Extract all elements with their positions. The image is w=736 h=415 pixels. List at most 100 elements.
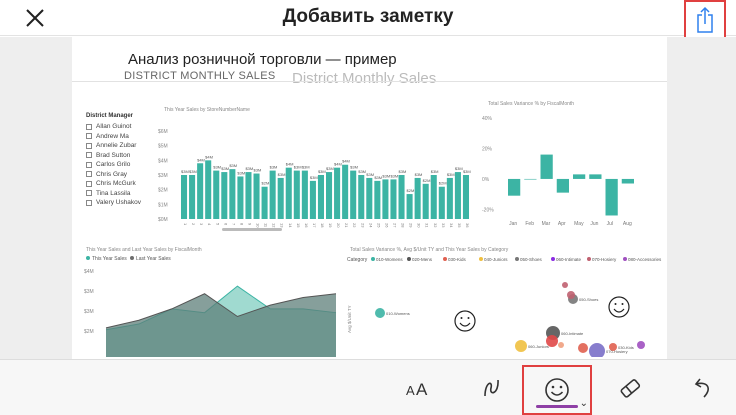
- slicer-heading: District Manager: [86, 113, 134, 119]
- x-tick-label: 26: [384, 223, 389, 228]
- legend-label: 080-Accessories: [628, 257, 662, 262]
- x-tick-label: Jul: [607, 221, 613, 227]
- slicer-item[interactable]: Brad Sutton: [86, 151, 156, 161]
- text-tool-button[interactable]: A A: [400, 368, 436, 408]
- bar: [398, 175, 405, 219]
- slicer-item[interactable]: Andrew Ma: [86, 132, 156, 142]
- data-label: $3M: [350, 165, 358, 170]
- checkbox[interactable]: [86, 199, 92, 206]
- data-label: $2M: [407, 188, 415, 193]
- y-tick-label: $6M: [158, 129, 168, 135]
- legend-label: 070-Hosiery: [592, 257, 617, 262]
- legend-marker: [623, 257, 627, 261]
- data-label: 060-Juniors: [528, 344, 549, 349]
- bar: [293, 170, 300, 219]
- checkbox[interactable]: [86, 133, 92, 140]
- bar: [374, 180, 381, 219]
- bar: [301, 170, 308, 219]
- data-label: $4M: [205, 154, 213, 159]
- data-label: 070-Hosiery: [606, 349, 628, 354]
- slicer-item[interactable]: Carlos Grilo: [86, 160, 156, 170]
- data-label: $3M: [221, 166, 229, 171]
- x-tick-label: 23: [360, 223, 365, 228]
- y-tick-label: $2M: [84, 329, 94, 335]
- data-label: $3M: [213, 165, 221, 170]
- undo-button[interactable]: [688, 368, 720, 408]
- checkbox[interactable]: [86, 171, 92, 178]
- slicer-item[interactable]: Annelie Zubar: [86, 141, 156, 151]
- data-label: $3M: [382, 173, 390, 178]
- x-tick-label: 32: [433, 223, 438, 228]
- data-label: $3M: [270, 165, 278, 170]
- slicer-item[interactable]: Valery Ushakov: [86, 198, 156, 208]
- annotation-canvas[interactable]: District Monthly Sales Анализ розничной …: [0, 37, 736, 359]
- data-label: $4M: [342, 159, 350, 164]
- data-point: [515, 340, 527, 352]
- checkbox[interactable]: [86, 152, 92, 159]
- bar: [621, 178, 634, 184]
- slicer-item[interactable]: Chris McGurk: [86, 179, 156, 189]
- legend-marker: [587, 257, 591, 261]
- checkbox[interactable]: [86, 123, 92, 130]
- checkbox[interactable]: [86, 190, 92, 197]
- bar: [390, 179, 397, 219]
- bar: [454, 172, 461, 219]
- legend-marker: [130, 256, 134, 260]
- checkbox[interactable]: [86, 180, 92, 187]
- x-tick-label: 15: [296, 223, 301, 228]
- bar: [358, 175, 365, 219]
- x-tick-label: 25: [376, 223, 381, 228]
- data-point: [546, 335, 558, 347]
- smiley-mouth: [613, 308, 625, 313]
- bar: [462, 175, 469, 219]
- bar: [556, 178, 569, 193]
- legend-marker: [551, 257, 555, 261]
- smiley-face: [608, 296, 630, 318]
- slicer-item[interactable]: Tina Lassila: [86, 189, 156, 199]
- x-tick-label: 18: [320, 223, 325, 228]
- data-point: [589, 343, 605, 357]
- data-point: [567, 291, 575, 299]
- bar: [326, 172, 333, 219]
- smiley-mouth: [459, 322, 471, 327]
- chart-scrollbar[interactable]: [222, 228, 282, 231]
- eraser-tool-button[interactable]: [612, 368, 648, 408]
- x-tick-label: 17: [312, 223, 317, 228]
- bar: [589, 174, 602, 179]
- slicer-item-label: Annelie Zubar: [96, 142, 137, 150]
- page-title: Добавить заметку: [282, 6, 454, 27]
- x-tick-label: 4: [207, 223, 212, 226]
- slicer-item[interactable]: Allan Guinot: [86, 122, 156, 132]
- share-button[interactable]: [684, 0, 726, 42]
- report-ghost-title: District Monthly Sales: [292, 70, 437, 87]
- bar: [285, 167, 292, 219]
- bar: [317, 175, 324, 219]
- bar: [309, 180, 316, 219]
- slicer-item-label: Tina Lassila: [96, 189, 131, 197]
- checkbox[interactable]: [86, 142, 92, 149]
- x-tick-label: 33: [441, 223, 446, 228]
- bar: [605, 178, 618, 216]
- data-label: $3M: [366, 172, 374, 177]
- checkbox[interactable]: [86, 161, 92, 168]
- bar: [253, 173, 260, 219]
- x-tick-label: 29: [409, 223, 414, 228]
- svg-text:A: A: [416, 380, 428, 399]
- x-tick-label: Feb: [525, 221, 534, 227]
- variance-bar-chart: -20% 0% 20% 40% Jan Feb Mar Apr May Jun Jul Aug: [482, 116, 634, 227]
- data-label: $3M: [237, 170, 245, 175]
- report-snapshot: District Monthly Sales Анализ розничной …: [72, 37, 667, 359]
- smiley-eye: [621, 303, 624, 305]
- data-label: $3M: [390, 173, 398, 178]
- bar: [213, 170, 220, 219]
- data-label: $3M: [326, 166, 334, 171]
- emoji-tool-button[interactable]: ⌄: [522, 365, 592, 415]
- x-tick-label: 1: [183, 223, 188, 226]
- divider: [72, 81, 667, 82]
- pen-tool-button[interactable]: [474, 368, 510, 408]
- bar: [245, 172, 252, 219]
- data-label: $3M: [358, 169, 366, 174]
- slicer-item[interactable]: Chris Gray: [86, 170, 156, 180]
- data-label: $3M: [245, 166, 253, 171]
- x-tick-label: 2: [191, 223, 196, 226]
